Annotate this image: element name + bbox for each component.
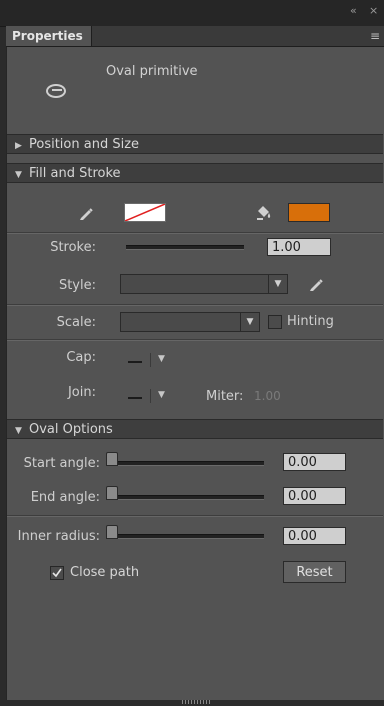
pencil-icon — [80, 208, 93, 220]
end-angle-input[interactable]: 0.00 — [283, 487, 346, 505]
tab-properties[interactable]: Properties — [6, 26, 92, 46]
cap-label: Cap: — [66, 350, 96, 365]
hinting-label: Hinting — [287, 314, 334, 329]
collapse-arrow-icon: ▼ — [15, 170, 22, 180]
start-angle-input[interactable]: 0.00 — [283, 453, 346, 471]
section-title: Position and Size — [29, 137, 140, 152]
hinting-checkbox[interactable] — [268, 315, 282, 329]
inner-radius-slider[interactable] — [108, 534, 264, 539]
expand-arrow-icon: ▶ — [15, 141, 22, 151]
style-dropdown[interactable]: ▼ — [120, 274, 288, 294]
checkmark-icon — [52, 568, 62, 578]
chevron-down-icon: ▼ — [268, 275, 287, 293]
panel-menu-icon[interactable]: ≡ — [370, 29, 380, 43]
separator — [150, 389, 151, 403]
stroke-width-input[interactable]: 1.00 — [267, 238, 331, 256]
close-path-label: Close path — [70, 565, 140, 580]
tab-row: Properties ≡ — [6, 26, 384, 47]
close-path-checkbox[interactable] — [50, 566, 64, 580]
scale-dropdown[interactable]: ▼ — [120, 312, 260, 332]
inner-radius-label: Inner radius: — [17, 529, 100, 544]
miter-label: Miter: — [206, 389, 244, 404]
collapse-arrow-icon: ▼ — [15, 426, 22, 436]
divider — [7, 339, 383, 341]
divider — [7, 304, 383, 306]
object-type-label: Oval primitive — [106, 64, 198, 79]
collapse-icon[interactable]: « — [350, 4, 357, 17]
stroke-color-swatch[interactable] — [124, 203, 166, 222]
section-oval-options[interactable]: ▼ Oval Options — [7, 419, 383, 439]
inner-radius-input[interactable]: 0.00 — [283, 527, 346, 545]
paint-bucket-icon — [257, 206, 271, 220]
stroke-label: Stroke: — [50, 240, 96, 255]
no-color-icon — [125, 204, 165, 221]
reset-button[interactable]: Reset — [283, 561, 346, 583]
style-label: Style: — [58, 278, 96, 293]
section-title: Oval Options — [29, 422, 113, 437]
close-icon[interactable]: × — [369, 4, 378, 17]
start-angle-slider-thumb[interactable] — [106, 452, 118, 466]
section-fill-stroke[interactable]: ▼ Fill and Stroke — [7, 163, 383, 183]
section-position-size[interactable]: ▶ Position and Size — [7, 134, 383, 154]
inner-radius-slider-thumb[interactable] — [106, 525, 118, 539]
edit-style-icon[interactable] — [308, 276, 324, 292]
end-angle-slider[interactable] — [108, 495, 264, 500]
chevron-down-icon: ▼ — [158, 390, 165, 400]
separator — [150, 353, 151, 367]
chevron-down-icon: ▼ — [240, 313, 259, 331]
start-angle-slider[interactable] — [108, 461, 264, 466]
start-angle-label: Start angle: — [23, 456, 100, 471]
join-style-icon — [128, 397, 142, 399]
cap-dropdown[interactable]: ▼ — [128, 350, 172, 370]
section-title: Fill and Stroke — [29, 166, 121, 181]
stroke-slider[interactable] — [126, 245, 244, 250]
fill-color-swatch[interactable] — [288, 203, 330, 222]
scale-label: Scale: — [56, 315, 96, 330]
cap-style-icon — [128, 361, 142, 363]
resize-grip[interactable] — [182, 700, 210, 704]
panel-titlebar: « × — [0, 0, 384, 27]
end-angle-label: End angle: — [30, 490, 100, 505]
oval-primitive-icon — [46, 84, 66, 98]
miter-value[interactable]: 1.00 — [254, 389, 281, 403]
end-angle-slider-thumb[interactable] — [106, 486, 118, 500]
join-label: Join: — [67, 385, 96, 400]
divider — [7, 515, 383, 517]
join-dropdown[interactable]: ▼ — [128, 386, 172, 406]
divider — [7, 232, 383, 234]
chevron-down-icon: ▼ — [158, 354, 165, 364]
